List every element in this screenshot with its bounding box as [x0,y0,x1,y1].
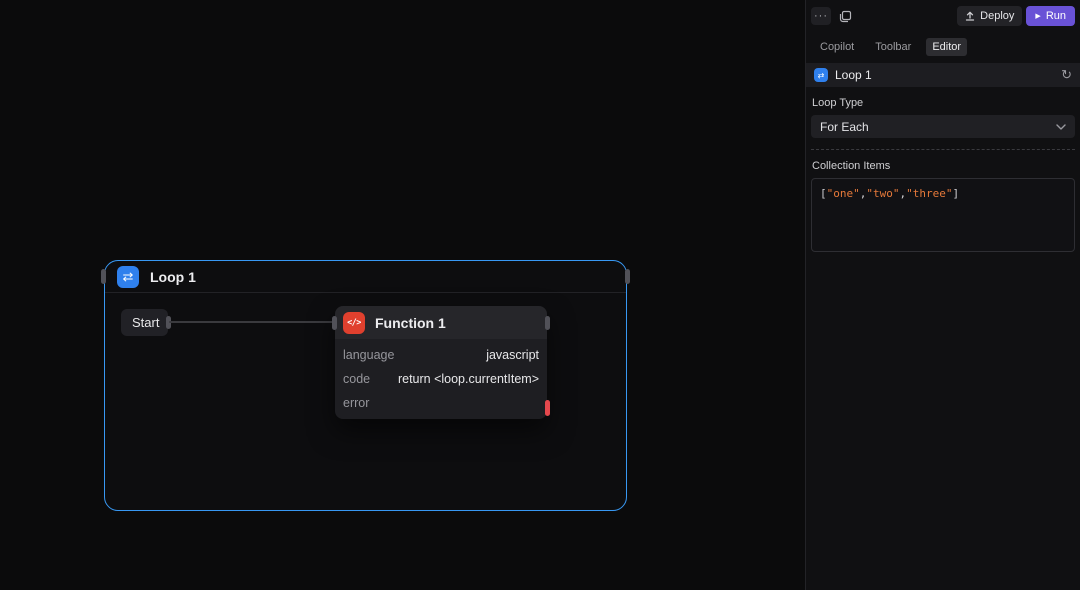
versions-button[interactable] [835,7,855,25]
run-button[interactable]: ▶ Run [1026,6,1075,26]
layers-icon [839,10,852,23]
refresh-icon[interactable]: ↻ [1061,67,1072,83]
loop-node[interactable]: ⇄ Loop 1 Start </> Function 1 language [104,260,627,511]
collection-items-label: Collection Items [812,160,1074,172]
collection-items-input[interactable]: ["one","two","three"] [811,178,1075,252]
loop-node-header[interactable]: ⇄ Loop 1 [105,261,626,293]
loop-input-handle[interactable] [101,269,106,284]
more-options-button[interactable]: ··· [811,7,831,25]
loop-output-handle[interactable] [625,269,630,284]
selected-node-title: Loop 1 [835,68,872,82]
code-icon: </> [343,312,365,334]
field-label: code [343,372,370,386]
start-node-label: Start [132,315,159,330]
tab-toolbar[interactable]: Toolbar [869,38,917,56]
function-node[interactable]: </> Function 1 language javascript code … [335,306,547,419]
field-row-error[interactable]: error [335,391,547,415]
chevron-down-icon [1056,124,1066,130]
function-input-handle[interactable] [332,316,337,330]
deploy-icon [965,11,975,21]
run-button-label: Run [1046,10,1066,22]
flow-canvas[interactable]: ⇄ Loop 1 Start </> Function 1 language [0,0,805,590]
field-row-code[interactable]: code return <loop.currentItem> [335,367,547,391]
loop-type-value: For Each [820,120,869,134]
start-node[interactable]: Start [121,309,168,336]
field-row-language[interactable]: language javascript [335,343,547,367]
deploy-button[interactable]: Deploy [957,6,1022,26]
loop-mini-icon: ⇄ [814,68,828,82]
field-label: error [343,396,369,410]
panel-topbar: ··· Deploy ▶ Run [806,0,1080,32]
loop-type-select[interactable]: For Each [811,115,1075,138]
error-output-handle[interactable] [545,400,550,416]
tab-editor[interactable]: Editor [926,38,967,56]
dashed-divider [811,149,1075,150]
loop-node-title: Loop 1 [150,269,196,285]
collection-items-value: ["one","two","three"] [820,187,959,200]
deploy-button-label: Deploy [980,10,1014,22]
panel-tabs: Copilot Toolbar Editor [806,32,1080,61]
field-label: language [343,348,394,362]
app-window: ⇄ Loop 1 Start </> Function 1 language [0,0,1080,590]
panel-content: Loop Type For Each Collection Items ["on… [806,97,1080,252]
function-output-handle[interactable] [545,316,550,330]
function-node-fields: language javascript code return <loop.cu… [335,339,547,419]
function-node-title: Function 1 [375,315,446,331]
field-value: return <loop.currentItem> [398,372,539,386]
function-node-header[interactable]: </> Function 1 [335,306,547,339]
play-icon: ▶ [1035,13,1040,20]
field-value: javascript [486,348,539,362]
tab-copilot[interactable]: Copilot [814,38,860,56]
selected-node-header[interactable]: ⇄ Loop 1 ↻ [806,63,1080,87]
loop-type-label: Loop Type [812,97,1074,109]
loop-icon: ⇄ [117,266,139,288]
inspector-panel: ··· Deploy ▶ Run Copilot Toolbar [805,0,1080,590]
connector-edge [169,321,336,323]
